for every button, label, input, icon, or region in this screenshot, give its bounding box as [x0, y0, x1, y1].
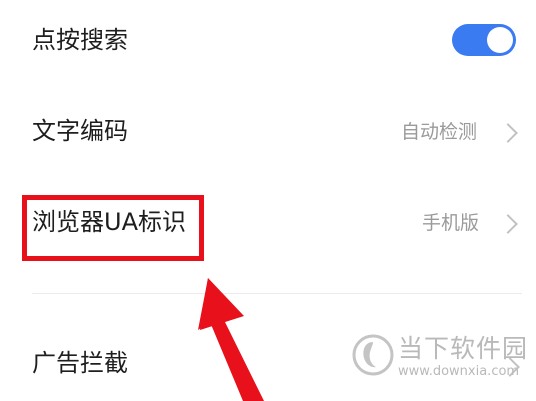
ad-block-label: 广告拦截: [32, 349, 128, 377]
watermark-url: www.downxia.com: [398, 364, 520, 379]
divider: [32, 293, 522, 294]
highlight-box: [22, 195, 204, 261]
browser-ua-value: 手机版: [422, 212, 480, 234]
chevron-right-icon: [498, 123, 518, 143]
settings-row-text-encoding[interactable]: 文字编码 自动检测: [0, 90, 536, 170]
downxia-logo-icon: [352, 334, 394, 376]
settings-row-tap-search: 点按搜索: [0, 0, 536, 80]
tap-search-toggle[interactable]: [452, 24, 516, 56]
chevron-right-icon: [498, 214, 518, 234]
watermark-title: 当下软件园: [398, 334, 529, 363]
text-encoding-value: 自动检测: [401, 121, 478, 143]
text-encoding-label: 文字编码: [32, 117, 128, 145]
tap-search-label: 点按搜索: [32, 26, 128, 54]
toggle-knob: [487, 27, 513, 53]
